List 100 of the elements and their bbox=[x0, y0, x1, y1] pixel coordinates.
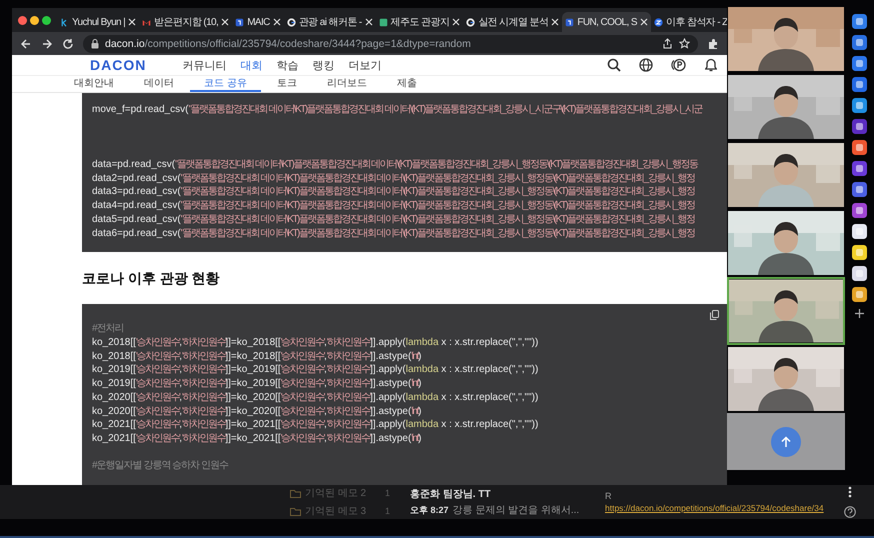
nav-link[interactable]: 대회 bbox=[240, 58, 262, 73]
browser-tab[interactable]: 실전 시계열 분석 bbox=[463, 12, 562, 32]
app-icon[interactable] bbox=[852, 287, 867, 302]
code-line: data3=pd.read_csv("플랫폼통합경진대회 데이터\KT)플랫폼통합경진대회 데이터\(KT)플랫폼통합경진대회_강릉시_행정동\(KT)플랫폼통합경진대회_강릉시_행정 bbox=[92, 185, 696, 200]
help-icon[interactable] bbox=[844, 506, 856, 518]
star-icon[interactable] bbox=[679, 38, 690, 49]
tab-title: 받은편지함 (10, bbox=[154, 16, 218, 29]
tab-title: Yuchul Byun | bbox=[72, 16, 126, 28]
tab-favicon-icon bbox=[378, 18, 388, 26]
section-tab[interactable]: 데이터 bbox=[130, 76, 188, 92]
chat-sender: 홍준화 팀장님. TT bbox=[410, 488, 492, 501]
more-icon[interactable] bbox=[848, 486, 852, 498]
tab-title: MAIC bbox=[247, 16, 270, 28]
nav-link[interactable]: 랭킹 bbox=[312, 58, 334, 73]
close-icon[interactable] bbox=[128, 18, 136, 26]
app-icon[interactable] bbox=[852, 245, 867, 260]
lock-icon bbox=[91, 38, 99, 48]
browser-tab[interactable]: 제주도 관광지 bbox=[376, 12, 464, 32]
app-icon[interactable] bbox=[852, 56, 867, 71]
code-line: ko_2020[['승차인원수','하차인원수']]=ko_2020[['승차인원수','하차인원수']].astype('int') bbox=[92, 404, 423, 418]
puzzle-icon[interactable] bbox=[707, 38, 719, 50]
nav-link[interactable]: 커뮤니티 bbox=[182, 58, 226, 73]
app-icon[interactable] bbox=[852, 98, 867, 113]
memo-count: 1 bbox=[384, 506, 390, 516]
tab-favicon-icon bbox=[654, 18, 663, 26]
reload-icon[interactable] bbox=[62, 38, 74, 50]
close-icon[interactable] bbox=[551, 18, 560, 26]
code-line: data2=pd.read_csv("플랫폼통합경진대회 데이터\KT)플랫폼통합경진대회 데이터\(KT)플랫폼통합경진대회_강릉시_행정동\(KT)플랫폼통합경진대회_강릉시_행정 bbox=[92, 172, 696, 186]
app-icon[interactable] bbox=[852, 266, 867, 281]
code-line: #운행일자별 강릉역 승하차 인원수 bbox=[92, 459, 230, 473]
code-line: data=pd.read_csv("플랫폼통합경진대회 데이터\KT)플랫폼통합경진대회 데이터\(KT)플랫폼통합경진대회_강릉시_행정동\(KT)플랫폼통합경진대회_강릉시_행정동 bbox=[92, 158, 699, 172]
chat-preview: 강릉 문제의 발견을 위해서... bbox=[452, 504, 580, 517]
app-icon[interactable] bbox=[852, 161, 867, 176]
coin-icon[interactable] bbox=[671, 58, 687, 72]
app-icon[interactable] bbox=[852, 182, 867, 197]
app-icon[interactable] bbox=[852, 77, 867, 92]
tab-favicon-icon bbox=[286, 18, 296, 26]
tab-title: 실전 시계열 분석 bbox=[478, 16, 548, 29]
app-icon[interactable] bbox=[852, 14, 867, 29]
section-heading: 코로나 이후 관광 현황 bbox=[82, 270, 221, 288]
share-icon[interactable] bbox=[662, 38, 673, 49]
browser-tab[interactable]: 받은편지함 (10, bbox=[139, 12, 232, 32]
close-icon[interactable] bbox=[272, 18, 281, 26]
code-line: ko_2019[['승차인원수','하차인원수']]=ko_2019[['승차인원수','하차인원수']].astype('int') bbox=[92, 377, 423, 391]
app-icon[interactable] bbox=[852, 35, 867, 50]
code-line: ko_2021[['승차인원수','하차인원수']]=ko_2021[['승차인원수','하차인원수']].apply(lambda x : x.str.replace(",","")) bbox=[92, 418, 540, 432]
code-line: ko_2020[['승차인원수','하차인원수']]=ko_2020[['승차인원수','하차인원수']].apply(lambda x : x.str.replace(",","")) bbox=[92, 390, 540, 404]
app-icon[interactable] bbox=[852, 140, 867, 155]
tab-favicon-icon bbox=[60, 18, 69, 26]
close-icon[interactable] bbox=[640, 18, 648, 26]
code-line: data4=pd.read_csv("플랫폼통합경진대회 데이터\KT)플랫폼통합경진대회 데이터\(KT)플랫폼통합경진대회_강릉시_행정동\(KT)플랫폼통합경진대회_강릉시_행정 bbox=[92, 199, 696, 213]
folder-icon bbox=[290, 506, 301, 516]
copy-icon[interactable] bbox=[710, 310, 719, 320]
address-field[interactable]: dacon.io/competitions/official/235794/codeshare/3444?page=1&dtype=random bbox=[83, 34, 698, 52]
app-icon[interactable] bbox=[852, 224, 867, 239]
code-line: data6=pd.read_csv("플랫폼통합경진대회 데이터\KT)플랫폼통합경진대회 데이터\(KT)플랫폼통합경진대회_강릉시_행정동\(KT)플랫폼통합경진대회_강릉시_행정 bbox=[92, 226, 696, 240]
tab-title: 관광 ai 해커톤 - bbox=[298, 16, 362, 29]
browser-tab[interactable]: Yuchul Byun | bbox=[57, 12, 140, 32]
nav-link[interactable]: 학습 bbox=[276, 58, 298, 73]
memo-count: 1 bbox=[384, 488, 390, 498]
search-icon[interactable] bbox=[607, 58, 621, 72]
browser-tab[interactable]: MAIC bbox=[232, 12, 284, 32]
close-icon[interactable] bbox=[221, 18, 230, 26]
site-logo[interactable]: DACON bbox=[90, 57, 146, 74]
tab-favicon-icon bbox=[565, 18, 574, 26]
tab-favicon-icon bbox=[142, 18, 152, 26]
tab-favicon-icon bbox=[235, 18, 244, 26]
tab-title: 제주도 관광지 bbox=[390, 16, 450, 29]
browser-tab[interactable]: 이후 참석자 - Z bbox=[650, 12, 727, 32]
tab-favicon-icon bbox=[466, 18, 476, 26]
section-tab[interactable]: 토크 bbox=[262, 76, 311, 92]
code-line: data5=pd.read_csv("플랫폼통합경진대회 데이터\KT)플랫폼통합경진대회 데이터\(KT)플랫폼통합경진대회_강릉시_행정동\(KT)플랫폼통합경진대회_강릉시_행정 bbox=[92, 212, 696, 227]
app-icon[interactable] bbox=[852, 119, 867, 134]
sender-initial: R bbox=[605, 491, 612, 501]
close-icon[interactable] bbox=[364, 18, 373, 26]
back-icon[interactable] bbox=[20, 38, 32, 50]
code-line: #전처리 bbox=[92, 322, 125, 336]
arrow-up-icon bbox=[780, 436, 792, 448]
add-icon[interactable] bbox=[854, 308, 865, 319]
nav-link[interactable]: 더보기 bbox=[348, 58, 382, 73]
chat-link[interactable]: https://dacon.io/competitions/official/235794/codeshare/34 bbox=[605, 503, 824, 513]
bell-icon[interactable] bbox=[705, 58, 717, 72]
section-tab[interactable]: 대회안내 bbox=[60, 76, 128, 92]
browser-tab[interactable]: FUN, COOL, S bbox=[562, 12, 651, 32]
app-icon[interactable] bbox=[852, 203, 867, 218]
url-text: dacon.io/competitions/official/235794/codeshare/3444?page=1&dtype=random bbox=[105, 38, 472, 50]
code-line: move_f=pd.read_csv("플랫폼통합경진대회 데이터\KT)플랫폼통합경진대회 데이터\(KT)플랫폼통합경진대회_강릉시_시군구\(KT)플랫폼통합경진대회_강릉시_시군 bbox=[92, 103, 704, 117]
forward-icon[interactable] bbox=[41, 38, 53, 50]
chat-time: 오후 8:27 bbox=[410, 504, 449, 517]
close-icon[interactable] bbox=[452, 18, 460, 26]
scroll-top-button[interactable] bbox=[771, 426, 801, 456]
code-line: ko_2018[['승차인원수','하차인원수']]=ko_2018[['승차인원수','하차인원수']].apply(lambda x : x.str.replace(",","")) bbox=[92, 336, 540, 350]
globe-icon[interactable] bbox=[639, 58, 653, 72]
folder-icon bbox=[290, 488, 301, 498]
section-tab[interactable]: 제출 bbox=[382, 76, 431, 92]
code-line: ko_2018[['승차인원수','하차인원수']]=ko_2018[['승차인원수','하차인원수']].astype('int') bbox=[92, 350, 423, 364]
browser-tab[interactable]: 관광 ai 해커톤 - bbox=[284, 12, 376, 32]
section-tab[interactable]: 리더보드 bbox=[312, 76, 381, 92]
tab-title: 이후 참석자 - Z bbox=[666, 16, 727, 29]
tab-title: FUN, COOL, S bbox=[577, 16, 637, 28]
